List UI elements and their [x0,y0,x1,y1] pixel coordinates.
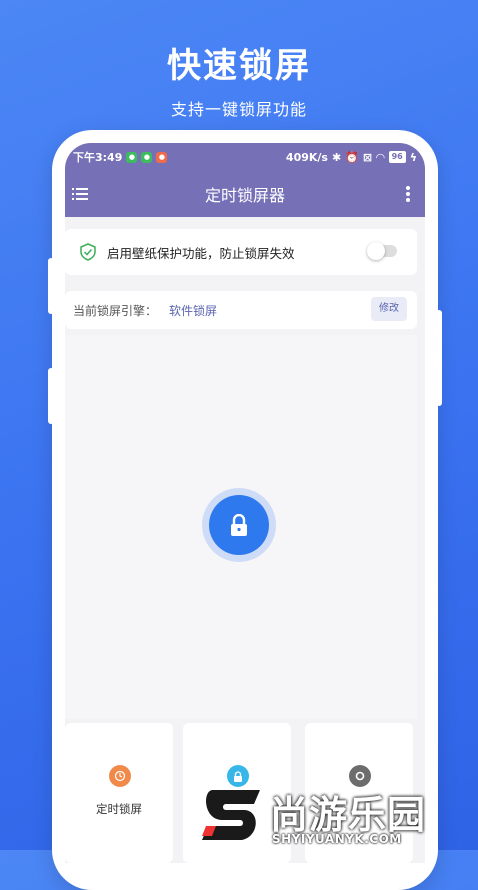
notification-icon: ● [126,151,138,163]
watermark-s-logo-icon [202,790,260,840]
wifi-icon: ◠ [376,150,385,164]
phone-volume-up [48,258,54,314]
timer-lock-tile[interactable]: 定时锁屏 [65,723,173,863]
wallpaper-protection-card: 启用壁纸保护功能，防止锁屏失效 [65,229,417,275]
status-time: 下午3:49 [73,151,123,164]
network-speed: 409K/s [285,150,328,164]
app-bar: 定时锁屏器 [65,171,425,217]
watermark-logo: 尚游乐园 SHYIYUANYK.COM [198,782,478,850]
status-bar: 下午3:49 ● ● ● 409K/s ✱ ⏰ ⊠ ◠ 96 ϟ [65,143,425,171]
alarm-icon: ⏰ [345,150,359,164]
phone-power-button [436,310,442,406]
notification-icon: ● [141,151,153,163]
promo-title: 快速锁屏 [167,46,311,86]
wallpaper-protection-label: 启用壁纸保护功能，防止锁屏失效 [107,245,295,261]
lock-engine-label: 当前锁屏引擎： [73,303,158,318]
tile-label: 定时锁屏 [96,802,142,816]
lock-engine-card: 当前锁屏引擎： 软件锁屏 修改 [65,291,417,329]
menu-icon[interactable] [71,183,93,205]
notification-icon: ● [156,151,168,163]
lock-engine-value: 软件锁屏 [169,303,218,318]
battery-indicator: 96 [388,151,406,163]
page-title: 定时锁屏器 [204,186,285,205]
toggle-knob [367,242,385,260]
charging-icon: ϟ [409,150,417,164]
watermark-url: SHYIYUANYK.COM [272,832,402,846]
modify-engine-button[interactable]: 修改 [371,297,407,321]
more-vertical-icon[interactable] [397,183,419,205]
app-screen: 下午3:49 ● ● ● 409K/s ✱ ⏰ ⊠ ◠ 96 ϟ 定时锁屏器 启… [65,143,425,863]
wallpaper-protection-toggle[interactable] [367,242,397,260]
bluetooth-icon: ✱ [331,150,342,164]
lock-button-ring [202,488,276,562]
lock-icon [231,514,247,536]
timer-icon [109,765,131,787]
watermark-text: 尚游乐园 [270,793,427,837]
promo-subtitle: 支持一键锁屏功能 [170,100,307,119]
phone-volume-down [48,368,54,424]
sim-icon: ⊠ [362,150,373,164]
shield-check-icon [80,243,96,261]
one-tap-lock-button[interactable] [209,495,269,555]
